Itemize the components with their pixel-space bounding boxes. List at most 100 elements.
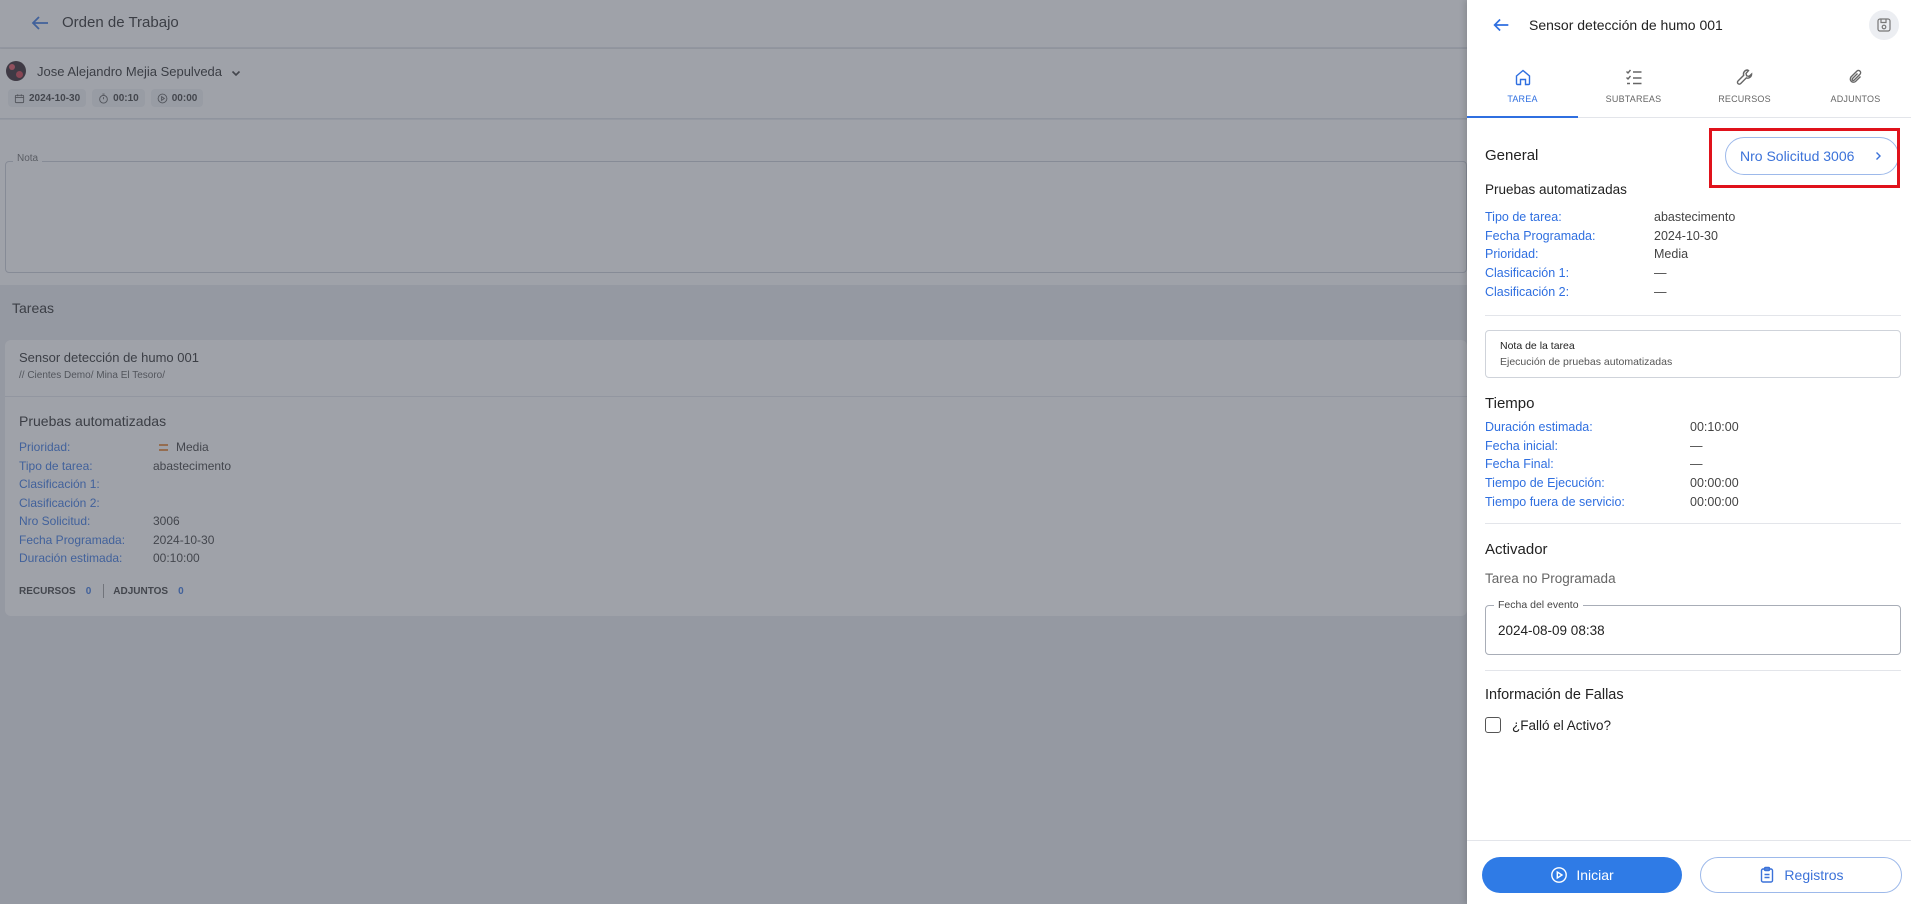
field-label: Duración estimada: bbox=[19, 551, 123, 565]
field-value: 00:10:00 bbox=[153, 551, 200, 565]
field-label: Tipo de tarea: bbox=[1485, 210, 1562, 224]
assignee-row: Jose Alejandro Mejia Sepulveda 2024-10-3… bbox=[0, 49, 1467, 119]
checklist-icon bbox=[1625, 69, 1641, 85]
field-label: Fecha Programada: bbox=[1485, 228, 1596, 243]
back-arrow-icon[interactable] bbox=[28, 11, 52, 35]
field-label: Tiempo de Ejecución: bbox=[1485, 476, 1605, 491]
chevron-down-icon[interactable] bbox=[230, 66, 242, 78]
date-chip: 2024-10-30 bbox=[8, 89, 87, 107]
field-value: — bbox=[1690, 438, 1703, 453]
asset-failed-checkbox[interactable] bbox=[1485, 717, 1501, 733]
field-value: 00:00:00 bbox=[1690, 476, 1739, 491]
tab-adjuntos[interactable]: ADJUNTOS bbox=[1800, 56, 1911, 117]
assignee-name[interactable]: Jose Alejandro Mejia Sepulveda bbox=[37, 64, 222, 79]
section-divider bbox=[1485, 523, 1901, 524]
tiempo-fields: Duración estimada: 00:10:00 Fecha inicial… bbox=[1485, 420, 1901, 513]
tab-label: RECURSOS bbox=[1718, 94, 1771, 104]
field-row: Fecha Final: — bbox=[1485, 457, 1901, 476]
general-fields: Tipo de tarea: abastecimento Fecha Progra… bbox=[1485, 210, 1901, 303]
task-detail-drawer: Sensor detección de humo 001 TAREA SUBTA… bbox=[1467, 0, 1911, 904]
save-button[interactable] bbox=[1869, 10, 1899, 40]
page-title: Orden de Trabajo bbox=[62, 14, 179, 31]
footer-divider bbox=[103, 584, 105, 598]
tasks-heading: Tareas bbox=[12, 300, 55, 316]
field-label: Duración estimada: bbox=[1485, 420, 1593, 434]
field-value: 00:00:00 bbox=[1690, 494, 1739, 509]
activador-value: Tarea no Programada bbox=[1485, 571, 1616, 586]
summary-chips: 2024-10-30 00:10 00:00 bbox=[8, 89, 204, 107]
tab-label: SUBTAREAS bbox=[1605, 94, 1662, 104]
paperclip-icon bbox=[1849, 69, 1861, 83]
home-icon bbox=[1515, 69, 1530, 86]
field-row: Duración estimada: 00:10:00 bbox=[1485, 420, 1901, 439]
start-button[interactable]: Iniciar bbox=[1482, 857, 1682, 893]
field-label: Clasificación 1: bbox=[19, 477, 100, 491]
field-label: Fecha Programada: bbox=[19, 532, 126, 547]
records-button[interactable]: Registros bbox=[1700, 857, 1902, 893]
tab-subtareas[interactable]: SUBTAREAS bbox=[1578, 56, 1689, 117]
tiempo-heading: Tiempo bbox=[1485, 395, 1535, 412]
drawer-tabs: TAREA SUBTAREAS RECURSOS ADJUNTOS bbox=[1467, 56, 1911, 118]
general-heading: General bbox=[1485, 147, 1539, 164]
drawer-title: Sensor detección de humo 001 bbox=[1529, 17, 1723, 33]
field-value: — bbox=[1654, 266, 1667, 281]
resources-label[interactable]: RECURSOS bbox=[19, 586, 76, 597]
drawer-footer: Iniciar Registros bbox=[1467, 840, 1911, 904]
asset-failed-toggle[interactable]: ¿Falló el Activo? bbox=[1485, 717, 1611, 733]
field-value: 2024-10-30 bbox=[1654, 228, 1718, 243]
work-order-page: Orden de Trabajo Jose Alejandro Mejia Se… bbox=[0, 0, 1467, 904]
task-card[interactable]: Sensor detección de humo 001 // Cientes … bbox=[5, 340, 1467, 616]
task-subtitle: Pruebas automatizadas bbox=[19, 413, 167, 429]
clipboard-icon bbox=[1761, 866, 1774, 883]
tab-recursos[interactable]: RECURSOS bbox=[1689, 56, 1800, 117]
field-value: 00:10:00 bbox=[1690, 420, 1739, 434]
save-icon bbox=[1877, 18, 1891, 32]
field-value: — bbox=[1654, 284, 1667, 299]
calendar-icon bbox=[14, 93, 25, 103]
field-row: Fecha Programada: 2024-10-30 bbox=[1485, 229, 1901, 248]
field-row: Clasificación 1: — bbox=[1485, 266, 1901, 285]
field-value: abastecimento bbox=[1654, 210, 1736, 224]
attachments-count: 0 bbox=[178, 585, 184, 597]
field-label: Tiempo fuera de servicio: bbox=[1485, 494, 1625, 509]
chip-text: 00:10 bbox=[113, 92, 139, 104]
task-name: Sensor detección de humo 001 bbox=[19, 350, 199, 365]
note-textarea[interactable] bbox=[5, 161, 1467, 273]
field-label: Clasificación 1: bbox=[1485, 266, 1570, 281]
field-label: Nro Solicitud: bbox=[19, 514, 91, 528]
attachments-label[interactable]: ADJUNTOS bbox=[113, 586, 168, 597]
tab-label: TAREA bbox=[1507, 94, 1538, 104]
event-date-label: Fecha del evento bbox=[1494, 599, 1583, 611]
play-circle-icon bbox=[1551, 867, 1568, 883]
solicitud-button[interactable]: Nro Solicitud 3006 bbox=[1725, 137, 1899, 175]
wrench-icon bbox=[1736, 69, 1752, 85]
section-divider bbox=[1485, 315, 1901, 316]
field-value: 3006 bbox=[153, 514, 180, 528]
tab-tarea[interactable]: TAREA bbox=[1467, 56, 1578, 118]
field-row: Clasificación 2: — bbox=[1485, 285, 1901, 304]
chevron-right-icon bbox=[1876, 152, 1881, 160]
task-card-header: Sensor detección de humo 001 // Cientes … bbox=[5, 340, 1467, 397]
field-label: Prioridad: bbox=[1485, 247, 1539, 262]
records-button-label: Registros bbox=[1784, 867, 1844, 883]
field-label: Prioridad: bbox=[19, 440, 71, 454]
chip-text: 2024-10-30 bbox=[29, 92, 81, 104]
task-note-value: Ejecución de pruebas automatizadas bbox=[1500, 356, 1673, 368]
chip-text: 00:00 bbox=[171, 92, 198, 104]
fallas-heading: Información de Fallas bbox=[1485, 687, 1624, 703]
field-label: Fecha inicial: bbox=[1485, 438, 1558, 453]
event-date-field[interactable]: Fecha del evento 2024-08-09 08:38 bbox=[1485, 599, 1901, 655]
field-row: Tiempo fuera de servicio: 00:00:00 bbox=[1485, 495, 1901, 514]
field-value: — bbox=[1690, 457, 1703, 472]
task-note-box: Nota de la tarea Ejecución de pruebas au… bbox=[1485, 330, 1901, 378]
asset-failed-label: ¿Falló el Activo? bbox=[1512, 717, 1612, 733]
field-label: Tipo de tarea: bbox=[19, 458, 93, 473]
section-divider bbox=[1485, 670, 1901, 671]
solicitud-button-label: Nro Solicitud 3006 bbox=[1740, 148, 1855, 164]
back-arrow-icon[interactable] bbox=[1490, 14, 1512, 36]
field-row: Fecha inicial: — bbox=[1485, 439, 1901, 458]
field-row: Tiempo de Ejecución: 00:00:00 bbox=[1485, 476, 1901, 495]
field-value: 2024-10-30 bbox=[153, 532, 215, 547]
estimate-chip: 00:10 bbox=[92, 89, 145, 107]
field-value: abastecimento bbox=[153, 458, 232, 473]
